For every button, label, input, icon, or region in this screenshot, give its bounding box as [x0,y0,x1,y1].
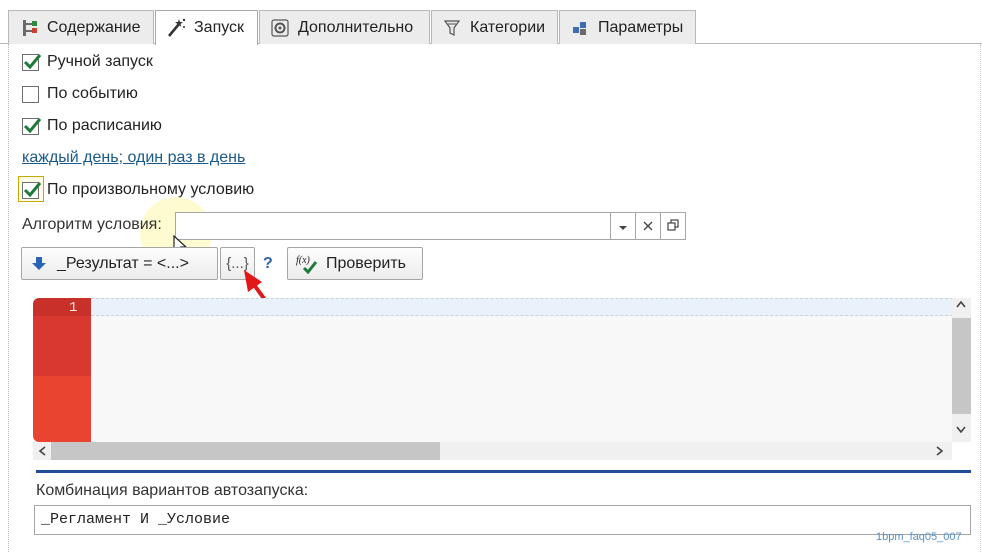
manual-launch-checkbox[interactable] [22,53,42,71]
current-line [91,298,953,316]
manual-launch-label: Ручной запуск [47,53,153,70]
line-number: 1 [69,300,78,316]
tree-icon [19,18,39,38]
line-gutter: 1 [33,298,91,442]
tab-label: Содержание [47,18,141,36]
checkmark-icon [23,117,42,133]
schedule-link[interactable]: каждый день; один раз в день [22,149,245,167]
dropdown-button[interactable] [610,212,636,240]
svg-text:f(x): f(x) [296,255,311,266]
manual-launch-row[interactable]: Ручной запуск [22,53,153,71]
open-button[interactable] [660,212,686,240]
algorithm-input[interactable] [175,212,611,240]
event-launch-checkbox[interactable] [22,85,39,103]
condition-launch-label: По произвольному условию [47,181,255,198]
watermark: 1bpm_faq05_007 [876,531,962,543]
condition-launch-checkbox[interactable] [22,181,42,199]
schedule-launch-checkbox[interactable] [22,117,42,135]
tab-label: Параметры [598,18,684,36]
tab-label: Дополнительно [298,18,414,36]
code-editor[interactable]: 1 [33,298,971,442]
blocks-icon [570,18,590,38]
check-button[interactable]: f(x) Проверить [287,247,423,280]
gear-icon [270,18,290,38]
arrow-down-icon [31,256,47,271]
vertical-scroll-thumb[interactable] [952,318,971,414]
scroll-down-icon[interactable] [956,426,966,437]
checkmark-icon [23,53,42,69]
filter-icon [442,18,462,38]
copy-window-icon [667,218,679,234]
horizontal-scroll-thumb[interactable] [51,442,440,460]
tab-parameters[interactable]: Параметры [559,10,696,44]
scroll-left-icon[interactable] [38,446,46,459]
tab-bar: Содержание Запуск Дополнительно Категори… [0,0,982,45]
combination-field[interactable]: _Регламент И _Условие [34,505,971,535]
check-label: Проверить [326,254,407,272]
tab-categories[interactable]: Категории [431,10,558,44]
scroll-right-icon[interactable] [936,446,944,459]
section-divider [36,470,971,473]
event-launch-row[interactable]: По событию [22,85,138,103]
checkmark-icon [23,181,42,197]
left-border [8,44,9,552]
event-launch-label: По событию [47,85,138,102]
tab-label: Категории [470,18,546,36]
schedule-launch-label: По расписанию [47,117,162,134]
result-template-button[interactable]: _Результат = <...> [21,247,218,280]
close-icon [643,219,653,234]
tab-launch[interactable]: Запуск [155,10,258,45]
schedule-launch-row[interactable]: По расписанию [22,117,162,135]
right-border [980,44,981,552]
magic-wand-icon [166,18,186,38]
tab-content[interactable]: Содержание [8,10,154,44]
tab-label: Запуск [194,19,245,36]
condition-launch-row[interactable]: По произвольному условию [22,181,254,199]
scroll-up-icon[interactable] [956,300,966,311]
result-template-label: _Результат = <...> [57,254,189,272]
chevron-down-icon [618,219,628,234]
tab-additional[interactable]: Дополнительно [259,10,430,44]
clear-button[interactable] [635,212,661,240]
algorithm-label: Алгоритм условия: [22,216,162,233]
combination-label: Комбинация вариантов автозапуска: [36,482,309,499]
